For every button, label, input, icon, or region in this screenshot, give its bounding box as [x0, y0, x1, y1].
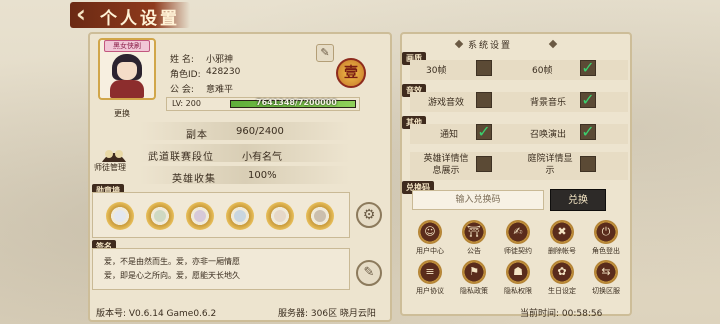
exp-text: 7641348/7200000 — [256, 98, 337, 107]
medal[interactable] — [146, 202, 174, 230]
button-label: 师徒契约 — [504, 247, 532, 255]
stat-label-dungeon: 副本 — [186, 130, 208, 141]
change-avatar-button[interactable]: 更换 — [114, 108, 130, 119]
name-value: 小邪神 — [206, 55, 234, 65]
option-notify-checkbox[interactable]: ✓ — [476, 124, 492, 140]
delete-account-icon: ✖ — [550, 220, 574, 244]
option-hero-info-label: 英雄详情信息展示 — [423, 154, 469, 176]
medal[interactable] — [266, 202, 294, 230]
id-label: 角色ID: — [170, 70, 201, 80]
medal[interactable] — [106, 202, 134, 230]
option-courtyard-checkbox[interactable] — [580, 156, 596, 172]
option-30fps-label: 30帧 — [426, 66, 447, 76]
option-hero-info-checkbox[interactable] — [476, 156, 492, 172]
stat-label-league: 武道联赛段位 — [148, 152, 214, 163]
button-label: 隐私政策 — [460, 287, 488, 295]
privacy-permission-button[interactable]: ☗ 隐私权限 — [500, 260, 536, 300]
redeem-button[interactable]: 兑换 — [550, 189, 606, 211]
contract-button[interactable]: ✍ 师徒契约 — [500, 220, 536, 260]
agreement-button[interactable]: ≡ 用户协议 — [412, 260, 448, 300]
option-bgm-label: 背景音乐 — [530, 98, 567, 108]
button-label: 生日设定 — [548, 287, 576, 295]
contract-icon: ✍ — [506, 220, 530, 244]
option-courtyard-label: 庭院详情显示 — [527, 154, 573, 176]
gear-icon[interactable]: ⚙ — [356, 202, 382, 228]
delete-account-button[interactable]: ✖ 删除帐号 — [544, 220, 580, 260]
page-title: 个人设置 — [100, 9, 180, 29]
option-summon-label: 召唤演出 — [530, 130, 567, 140]
avatar-tag: 黑女侠刷 — [104, 40, 150, 52]
logout-button[interactable]: ⏻ 角色登出 — [588, 220, 624, 260]
option-30fps-checkbox[interactable] — [476, 60, 492, 76]
version-text: 版本号: V0.6.14 Game0.6.2 — [96, 309, 217, 319]
button-label: 角色登出 — [592, 247, 620, 255]
rank-emblem: 壹 — [336, 58, 366, 88]
switch-server-button[interactable]: ⇆ 切换区服 — [588, 260, 624, 300]
option-60fps-checkbox[interactable]: ✓ — [580, 60, 596, 76]
brush-icon[interactable]: ✎ — [356, 260, 382, 286]
privacy-permission-icon: ☗ — [506, 260, 530, 284]
button-label: 公告 — [467, 247, 481, 255]
option-game-sfx-label: 游戏音效 — [428, 98, 465, 108]
level-label: LV: 200 — [172, 99, 201, 108]
button-label: 用户协议 — [416, 287, 444, 295]
signature-line: 爱，即是心之所向。爱，愿能天长地久 — [104, 271, 240, 280]
signature-line: 爱，不是由然而生。爱，亦非一厢情愿 — [104, 257, 240, 266]
stat-value-heroes: 100% — [248, 170, 277, 181]
guild-label: 公 会: — [170, 85, 194, 95]
name-label: 姓 名: — [170, 55, 194, 65]
notice-icon: ⛩ — [462, 220, 486, 244]
button-label: 用户中心 — [416, 247, 444, 255]
redeem-code-input[interactable]: 输入兑换码 — [412, 190, 544, 210]
button-label: 删除帐号 — [548, 247, 576, 255]
option-60fps-label: 60帧 — [532, 66, 553, 76]
agreement-icon: ≡ — [418, 260, 442, 284]
mentor-management-button[interactable]: 师徒管理 — [94, 162, 126, 173]
button-label: 切换区服 — [592, 287, 620, 295]
system-settings-title: 系统设置 — [468, 41, 513, 51]
medal[interactable] — [186, 202, 214, 230]
guild-value: 意难平 — [206, 85, 234, 95]
id-value: 428230 — [206, 67, 241, 77]
chevron-left-icon[interactable]: ‹ — [76, 2, 100, 28]
privacy-policy-button[interactable]: ⚑ 隐私政策 — [456, 260, 492, 300]
privacy-policy-icon: ⚑ — [462, 260, 486, 284]
stat-value-dungeon: 960/2400 — [236, 126, 284, 137]
option-bgm-checkbox[interactable]: ✓ — [580, 92, 596, 108]
switch-server-icon: ⇆ — [594, 260, 618, 284]
logout-icon: ⏻ — [594, 220, 618, 244]
birthday-button[interactable]: ✿ 生日设定 — [544, 260, 580, 300]
time-text: 当前时间: 00:58:56 — [520, 309, 603, 319]
medal[interactable] — [226, 202, 254, 230]
medal[interactable] — [306, 202, 334, 230]
stat-value-league: 小有名气 — [242, 152, 282, 163]
signature-box — [92, 248, 350, 290]
notice-button[interactable]: ⛩ 公告 — [456, 220, 492, 260]
user-center-icon: ☺ — [418, 220, 442, 244]
option-notify-label: 通知 — [440, 130, 459, 140]
server-text: 服务器: 306区 晓月云阳 — [278, 309, 376, 319]
user-center-button[interactable]: ☺ 用户中心 — [412, 220, 448, 260]
edit-name-icon[interactable]: ✎ — [316, 44, 334, 62]
avatar-body — [110, 80, 144, 98]
stat-label-heroes: 英雄收集 — [172, 174, 216, 185]
option-summon-checkbox[interactable]: ✓ — [580, 124, 596, 140]
button-label: 隐私权限 — [504, 287, 532, 295]
option-game-sfx-checkbox[interactable] — [476, 92, 492, 108]
birthday-icon: ✿ — [550, 260, 574, 284]
avatar-face — [117, 62, 137, 80]
